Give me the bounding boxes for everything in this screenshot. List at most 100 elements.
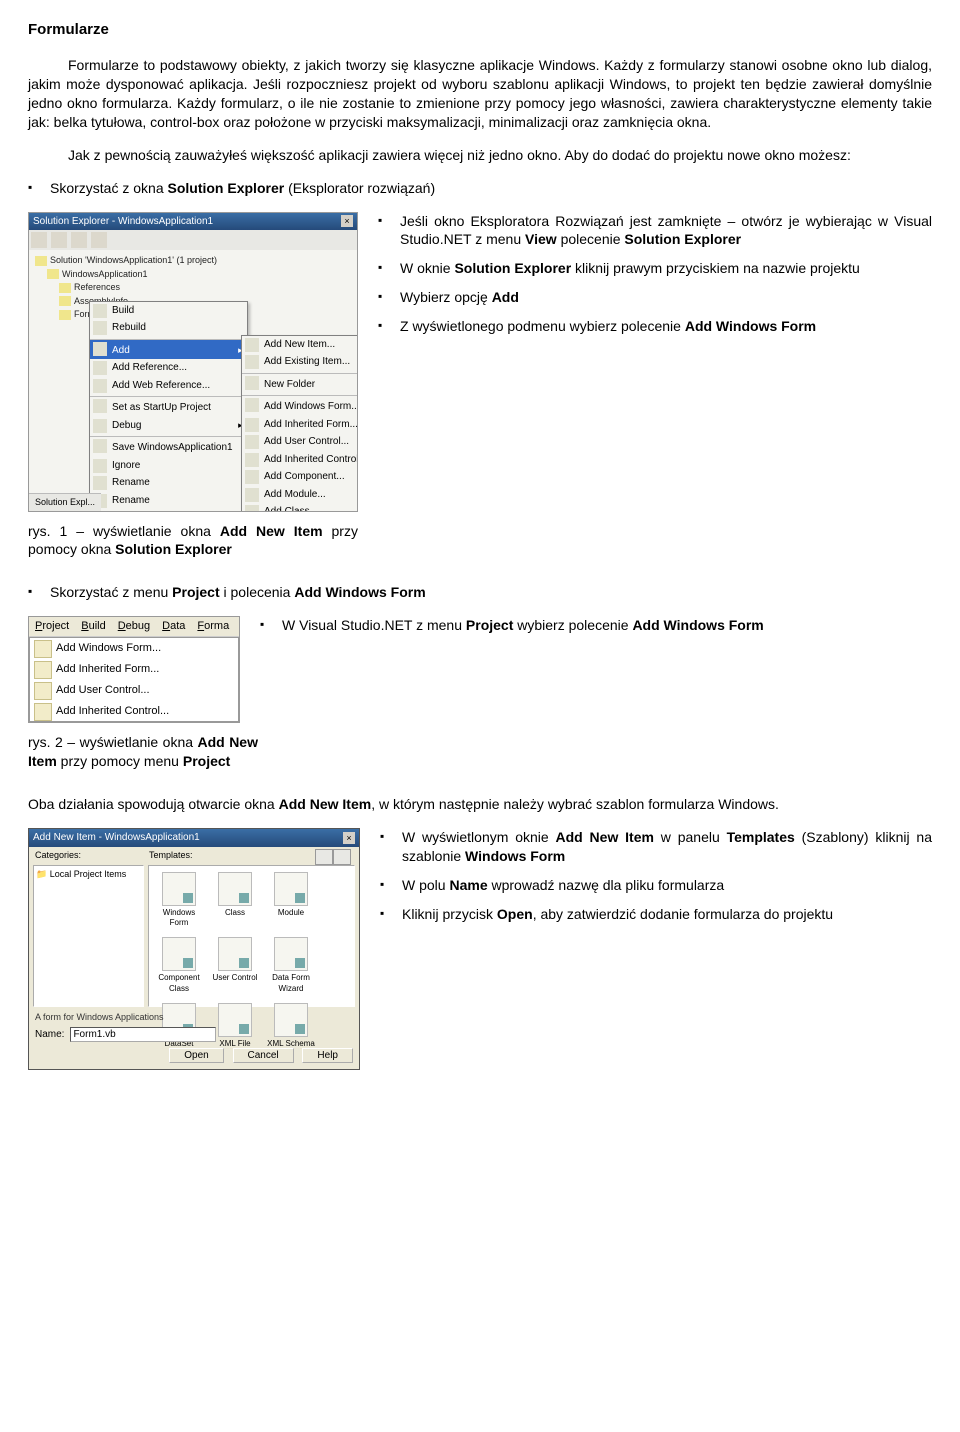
tree-label: References (74, 282, 120, 292)
category-label: Local Project Items (50, 869, 127, 879)
open-button[interactable]: Open (169, 1048, 223, 1063)
toolbar-icon[interactable] (31, 232, 47, 248)
close-icon[interactable]: × (343, 832, 355, 844)
menu-item-icon (93, 459, 107, 473)
menu-item-icon (245, 488, 259, 502)
menu-item[interactable]: Add (90, 339, 247, 360)
menu-item[interactable]: Build (90, 302, 247, 320)
template-label: Class (211, 908, 259, 919)
screenshot-solution-explorer: Solution Explorer - WindowsApplication1 … (28, 212, 358, 512)
paragraph-3: Oba działania spowodują otwarcie okna Ad… (28, 795, 932, 814)
dropdown-item-label: Add User Control... (56, 684, 150, 696)
menu-item[interactable]: Rebuild (90, 319, 247, 337)
menu-item[interactable]: Add Inherited Control... (242, 451, 358, 469)
menu-item[interactable]: Add User Control... (242, 433, 358, 451)
cancel-button[interactable]: Cancel (233, 1048, 294, 1063)
templates-panel: Windows Form Class Module Component ClassUs… (148, 865, 355, 1007)
template-item[interactable]: Component Class (155, 937, 203, 995)
template-icon (274, 872, 308, 906)
menubar-item[interactable]: Project (35, 619, 69, 634)
menu-item[interactable]: Add Existing Item... (242, 353, 358, 371)
toolbar-icon[interactable] (51, 232, 67, 248)
dropdown-item[interactable]: Add Inherited Form... (30, 659, 238, 680)
menu-item[interactable]: Add Reference... (90, 359, 247, 377)
menu-item[interactable]: Add Module... (242, 486, 358, 504)
template-item[interactable]: Class (211, 872, 259, 930)
menu-item[interactable]: Debug (90, 417, 247, 435)
text: , aby zatwierdzić dodanie formularza do … (533, 906, 833, 922)
view-toggle[interactable] (315, 849, 351, 865)
help-button[interactable]: Help (302, 1048, 353, 1063)
menu-item[interactable]: Add Class... (242, 503, 358, 512)
text: Skorzystać z okna (50, 180, 168, 196)
dropdown-item[interactable]: Add Windows Form... (30, 638, 238, 659)
menu-item[interactable]: Properties (90, 511, 247, 512)
template-icon (218, 937, 252, 971)
close-icon[interactable]: × (341, 215, 353, 227)
menubar-item[interactable]: Debug (118, 619, 150, 634)
menu-item-icon (93, 399, 107, 413)
templates-label: Templates: (149, 849, 193, 861)
template-item[interactable]: Module (267, 872, 315, 930)
template-item[interactable]: Windows Form (155, 872, 203, 930)
dropdown-item[interactable]: Add User Control... (30, 680, 238, 701)
text: (Eksplorator rozwiązań) (284, 180, 435, 196)
menu-item[interactable]: Rename (90, 492, 247, 510)
bold: Add Windows Form (685, 318, 816, 334)
text: W wyświetlonym oknie (402, 829, 556, 845)
menu-item[interactable]: New Folder (242, 373, 358, 394)
tree-row[interactable]: WindowsApplication1 (35, 268, 351, 282)
text: W oknie (400, 260, 454, 276)
bold: Solution Explorer (624, 231, 741, 247)
menubar-item[interactable]: Build (81, 619, 105, 634)
bold: Add New Item (279, 796, 372, 812)
dropdown-item[interactable]: Add Inherited Control... (30, 701, 238, 722)
template-item[interactable]: User Control (211, 937, 259, 995)
bold: Add (492, 289, 519, 305)
page-title: Formularze (28, 20, 932, 40)
category-item[interactable]: 📁 Local Project Items (36, 868, 141, 880)
template-item[interactable]: Data Form Wizard (267, 937, 315, 995)
dropdown-item-label: Add Windows Form... (56, 642, 161, 654)
menu-item-icon (245, 435, 259, 449)
text: w panelu (654, 829, 727, 845)
menu-item-icon (245, 355, 259, 369)
menu-item-label: Build (112, 305, 134, 316)
bold: Solution Explorer (454, 260, 571, 276)
name-field[interactable] (70, 1027, 216, 1042)
large-icons-icon[interactable] (315, 849, 333, 865)
text: Kliknij przycisk (402, 906, 497, 922)
tree-label: WindowsApplication1 (62, 269, 148, 279)
small-icons-icon[interactable] (333, 849, 351, 865)
sub-menu: Add New Item... Add Existing Item... New F… (241, 335, 358, 512)
menu-item[interactable]: Add Component... (242, 468, 358, 486)
menubar-item[interactable]: Forma (197, 619, 229, 634)
toolbar-icon[interactable] (91, 232, 107, 248)
project-icon (47, 269, 59, 279)
menu-item[interactable]: Save WindowsApplication1 (90, 436, 247, 457)
menu-item[interactable]: Add Inherited Form... (242, 416, 358, 434)
bold: Project (466, 617, 513, 633)
tree-row[interactable]: References (35, 281, 351, 295)
menubar-item[interactable]: Data (162, 619, 185, 634)
text: rys. 2 – wyświetlanie okna (28, 734, 198, 750)
menu-item-label: Add New Item... (264, 339, 335, 350)
menu-item[interactable]: Add Windows Form... (242, 395, 358, 416)
step-click-open: Kliknij przycisk Open, aby zatwierdzić d… (380, 905, 932, 924)
step-project-add-form: W Visual Studio.NET z menu Project wybie… (260, 616, 932, 635)
menu-item[interactable]: Set as StartUp Project (90, 396, 247, 417)
tree-row[interactable]: Solution 'WindowsApplication1' (1 projec… (35, 254, 351, 268)
menu-item[interactable]: Rename (90, 474, 247, 492)
step-click-template: W wyświetlonym oknie Add New Item w pane… (380, 828, 932, 866)
menu-item[interactable]: Ignore (90, 457, 247, 475)
bold: Name (449, 877, 487, 893)
tab-solution-explorer[interactable]: Solution Expl... (29, 493, 101, 510)
text: Oba działania spowodują otwarcie okna (28, 796, 279, 812)
toolbar-icon[interactable] (71, 232, 87, 248)
text: kliknij prawym przyciskiem na nazwie pro… (571, 260, 860, 276)
menu-item-label: Add Module... (264, 489, 326, 500)
window-title-bar: Add New Item - WindowsApplication1 × (29, 829, 359, 847)
menu-item-label: Add Class... (264, 506, 318, 512)
menu-item[interactable]: Add Web Reference... (90, 377, 247, 395)
menu-item[interactable]: Add New Item... (242, 336, 358, 354)
